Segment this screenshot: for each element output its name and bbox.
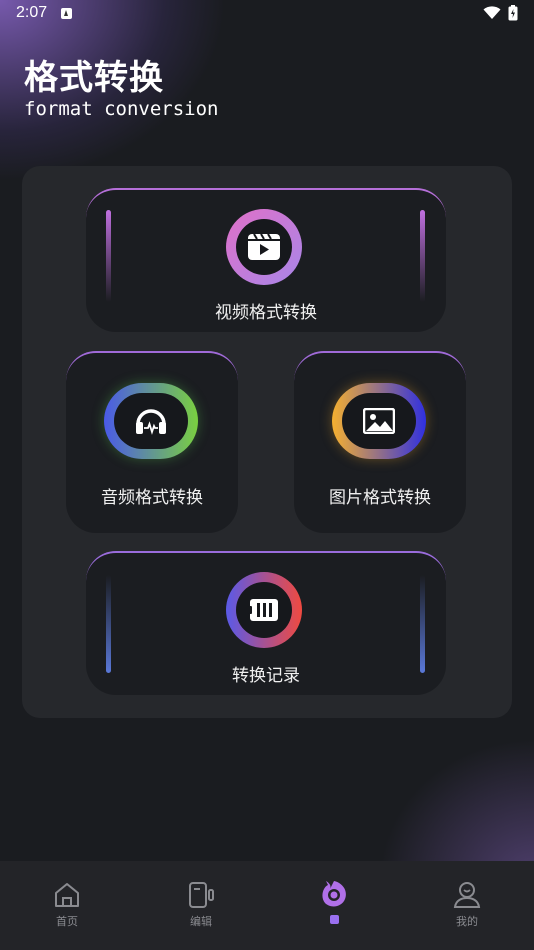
nav-item-convert[interactable] [267,861,401,950]
image-format-convert-card[interactable]: 图片格式转换 [294,351,466,533]
profile-icon [453,882,481,908]
nav-label-home: 首页 [56,915,78,928]
image-icon [363,408,395,434]
card-accent-left [106,575,111,673]
nav-label-profile: 我的 [456,915,478,928]
nav-label-edit: 编辑 [190,915,212,928]
history-card-label: 转换记录 [232,666,300,686]
status-bar: 2:07 [0,0,534,28]
image-icon-ring [332,383,426,459]
audio-icon-ring [104,383,198,459]
nav-active-indicator [329,915,339,924]
home-icon [55,883,79,907]
headphones-icon [136,409,166,435]
card-accent-right [420,210,425,302]
page-title: 格式转换 [24,58,164,98]
history-icon-ring [226,572,302,648]
card-accent-left [106,210,111,302]
video-format-convert-card[interactable]: 视频格式转换 [86,188,446,332]
conversion-history-card[interactable]: 转换记录 [86,551,446,695]
card-accent-right [420,575,425,673]
video-play-icon [248,234,280,260]
nav-item-edit[interactable]: 编辑 [134,861,268,950]
edit-device-icon [189,882,214,908]
page-subtitle: format conversion [24,98,219,120]
format-convert-icon [322,881,346,907]
nav-item-home[interactable]: 首页 [0,861,134,950]
bottom-nav: 首页 编辑 我的 [0,861,534,950]
video-icon-ring [226,209,302,285]
battery-icon [508,5,518,21]
audio-format-convert-card[interactable]: 音频格式转换 [66,351,238,533]
image-card-label: 图片格式转换 [329,488,431,508]
status-time: 2:07 [16,4,48,21]
wifi-icon [483,6,501,19]
audio-card-label: 音频格式转换 [101,488,203,508]
video-card-label: 视频格式转换 [215,303,317,323]
notification-icon [61,8,72,19]
nav-item-profile[interactable]: 我的 [400,861,534,950]
history-icon [248,599,278,621]
